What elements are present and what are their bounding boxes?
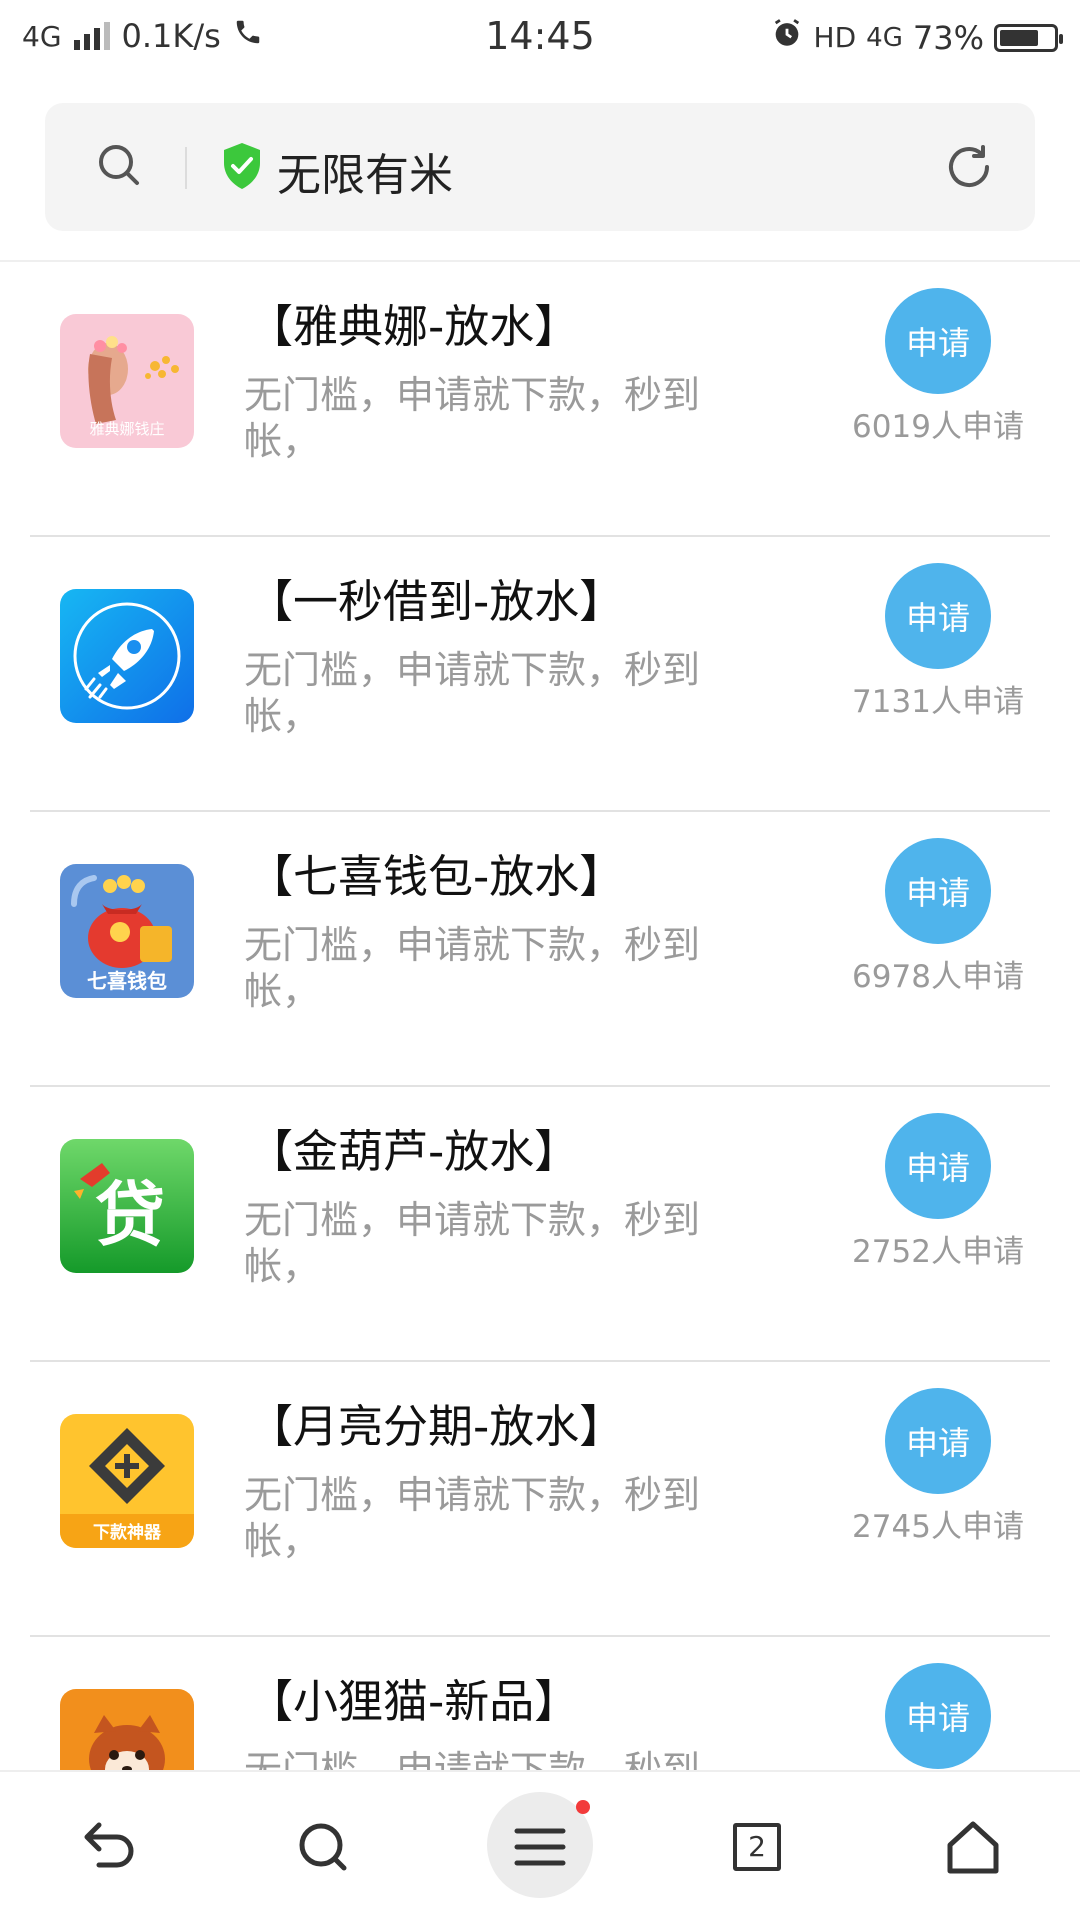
- apply-count: 2752人申请: [852, 1234, 1024, 1270]
- address-bar[interactable]: 无限有米: [45, 103, 1035, 231]
- list-item[interactable]: 贷 【金葫芦-放水】 无门槛，申请就下款，秒到帐， 申请 2752人申请: [30, 1087, 1050, 1362]
- qixi-wallet-app-icon: 七喜钱包: [60, 864, 194, 998]
- apply-count: 6978人申请: [852, 959, 1024, 995]
- rocket-app-icon: [60, 589, 194, 723]
- menu-icon[interactable]: [495, 1802, 585, 1892]
- back-icon[interactable]: [62, 1802, 152, 1892]
- item-description: 无门槛，申请就下款，秒到帐，: [244, 1198, 701, 1288]
- item-description: 无门槛，申请就下款，秒到帐，: [244, 648, 701, 738]
- battery-percent: 73%: [912, 18, 984, 57]
- red-panda-app-icon: [60, 1689, 194, 1770]
- item-title[interactable]: 【七喜钱包-放水】: [248, 840, 624, 905]
- apply-count: 2745人申请: [852, 1509, 1024, 1545]
- hd-indicator: HD: [813, 21, 857, 54]
- list-item[interactable]: 下款神器 【月亮分期-放水】 无门槛，申请就下款，秒到帐， 申请 2745人申请: [30, 1362, 1050, 1637]
- qixi-icon-text: 七喜钱包: [87, 969, 167, 993]
- status-right: HD 4G 73%: [770, 16, 1063, 59]
- refresh-icon[interactable]: [943, 141, 995, 197]
- secure-shield-icon: [220, 141, 264, 195]
- notification-dot: [576, 1800, 590, 1814]
- item-title[interactable]: 【金葫芦-放水】: [248, 1115, 579, 1180]
- browser-screen: 4G 0.1K/s 14:45 HD 4G 73% 无限有米 雅典娜钱庄 【雅典…: [0, 0, 1080, 1920]
- item-description: 无门槛，申请就下款，秒到帐，: [244, 1473, 701, 1563]
- home-icon[interactable]: [928, 1802, 1018, 1892]
- bottom-nav: 2: [0, 1770, 1080, 1920]
- list-item[interactable]: 【小狸猫-新品】 无门槛，申请就下款，秒到帐， 申请: [30, 1637, 1050, 1770]
- loan-product-list: 雅典娜钱庄 【雅典娜-放水】 无门槛，申请就下款，秒到帐， 申请 6019人申请: [30, 262, 1050, 1770]
- apply-button[interactable]: 申请: [885, 1663, 991, 1769]
- list-item[interactable]: 【一秒借到-放水】 无门槛，申请就下款，秒到帐， 申请 7131人申请: [30, 537, 1050, 812]
- item-description: 无门槛，申请就下款，秒到帐，: [244, 373, 701, 463]
- alarm-icon: [770, 16, 804, 59]
- item-title[interactable]: 【雅典娜-放水】: [248, 290, 579, 355]
- site-title[interactable]: 无限有米: [277, 139, 453, 203]
- dai-app-icon: 贷: [60, 1139, 194, 1273]
- search-icon[interactable]: [95, 141, 145, 195]
- list-item[interactable]: 雅典娜钱庄 【雅典娜-放水】 无门槛，申请就下款，秒到帐， 申请 6019人申请: [30, 262, 1050, 537]
- xiakuan-icon-text: 下款神器: [93, 1522, 162, 1543]
- apply-button[interactable]: 申请: [885, 563, 991, 669]
- item-description: 无门槛，申请就下款，秒到帐，: [244, 923, 701, 1013]
- yadianna-icon-text: 雅典娜钱庄: [89, 420, 164, 438]
- apply-button[interactable]: 申请: [885, 1388, 991, 1494]
- list-item[interactable]: 七喜钱包 【七喜钱包-放水】 无门槛，申请就下款，秒到帐， 申请 6978人申请: [30, 812, 1050, 1087]
- item-title[interactable]: 【小狸猫-新品】: [248, 1665, 579, 1730]
- item-description: 无门槛，申请就下款，秒到帐，: [244, 1748, 701, 1770]
- network-type-right: 4G: [866, 22, 903, 53]
- dai-icon-text: 贷: [95, 1174, 165, 1256]
- item-title[interactable]: 【月亮分期-放水】: [248, 1390, 624, 1455]
- search-nav-icon[interactable]: [278, 1802, 368, 1892]
- apply-button[interactable]: 申请: [885, 1113, 991, 1219]
- status-bar: 4G 0.1K/s 14:45 HD 4G 73%: [0, 0, 1080, 76]
- item-title[interactable]: 【一秒借到-放水】: [248, 565, 624, 630]
- apply-button[interactable]: 申请: [885, 288, 991, 394]
- apply-count: 6019人申请: [852, 409, 1024, 445]
- yadianna-app-icon: 雅典娜钱庄: [60, 314, 194, 448]
- battery-icon: [994, 23, 1063, 52]
- address-bar-divider: [185, 147, 187, 189]
- apply-count: 7131人申请: [852, 684, 1024, 720]
- tab-count: 2: [733, 1823, 781, 1871]
- apply-button[interactable]: 申请: [885, 838, 991, 944]
- tabs-button[interactable]: 2: [712, 1802, 802, 1892]
- xiakuan-shenqi-app-icon: 下款神器: [60, 1414, 194, 1548]
